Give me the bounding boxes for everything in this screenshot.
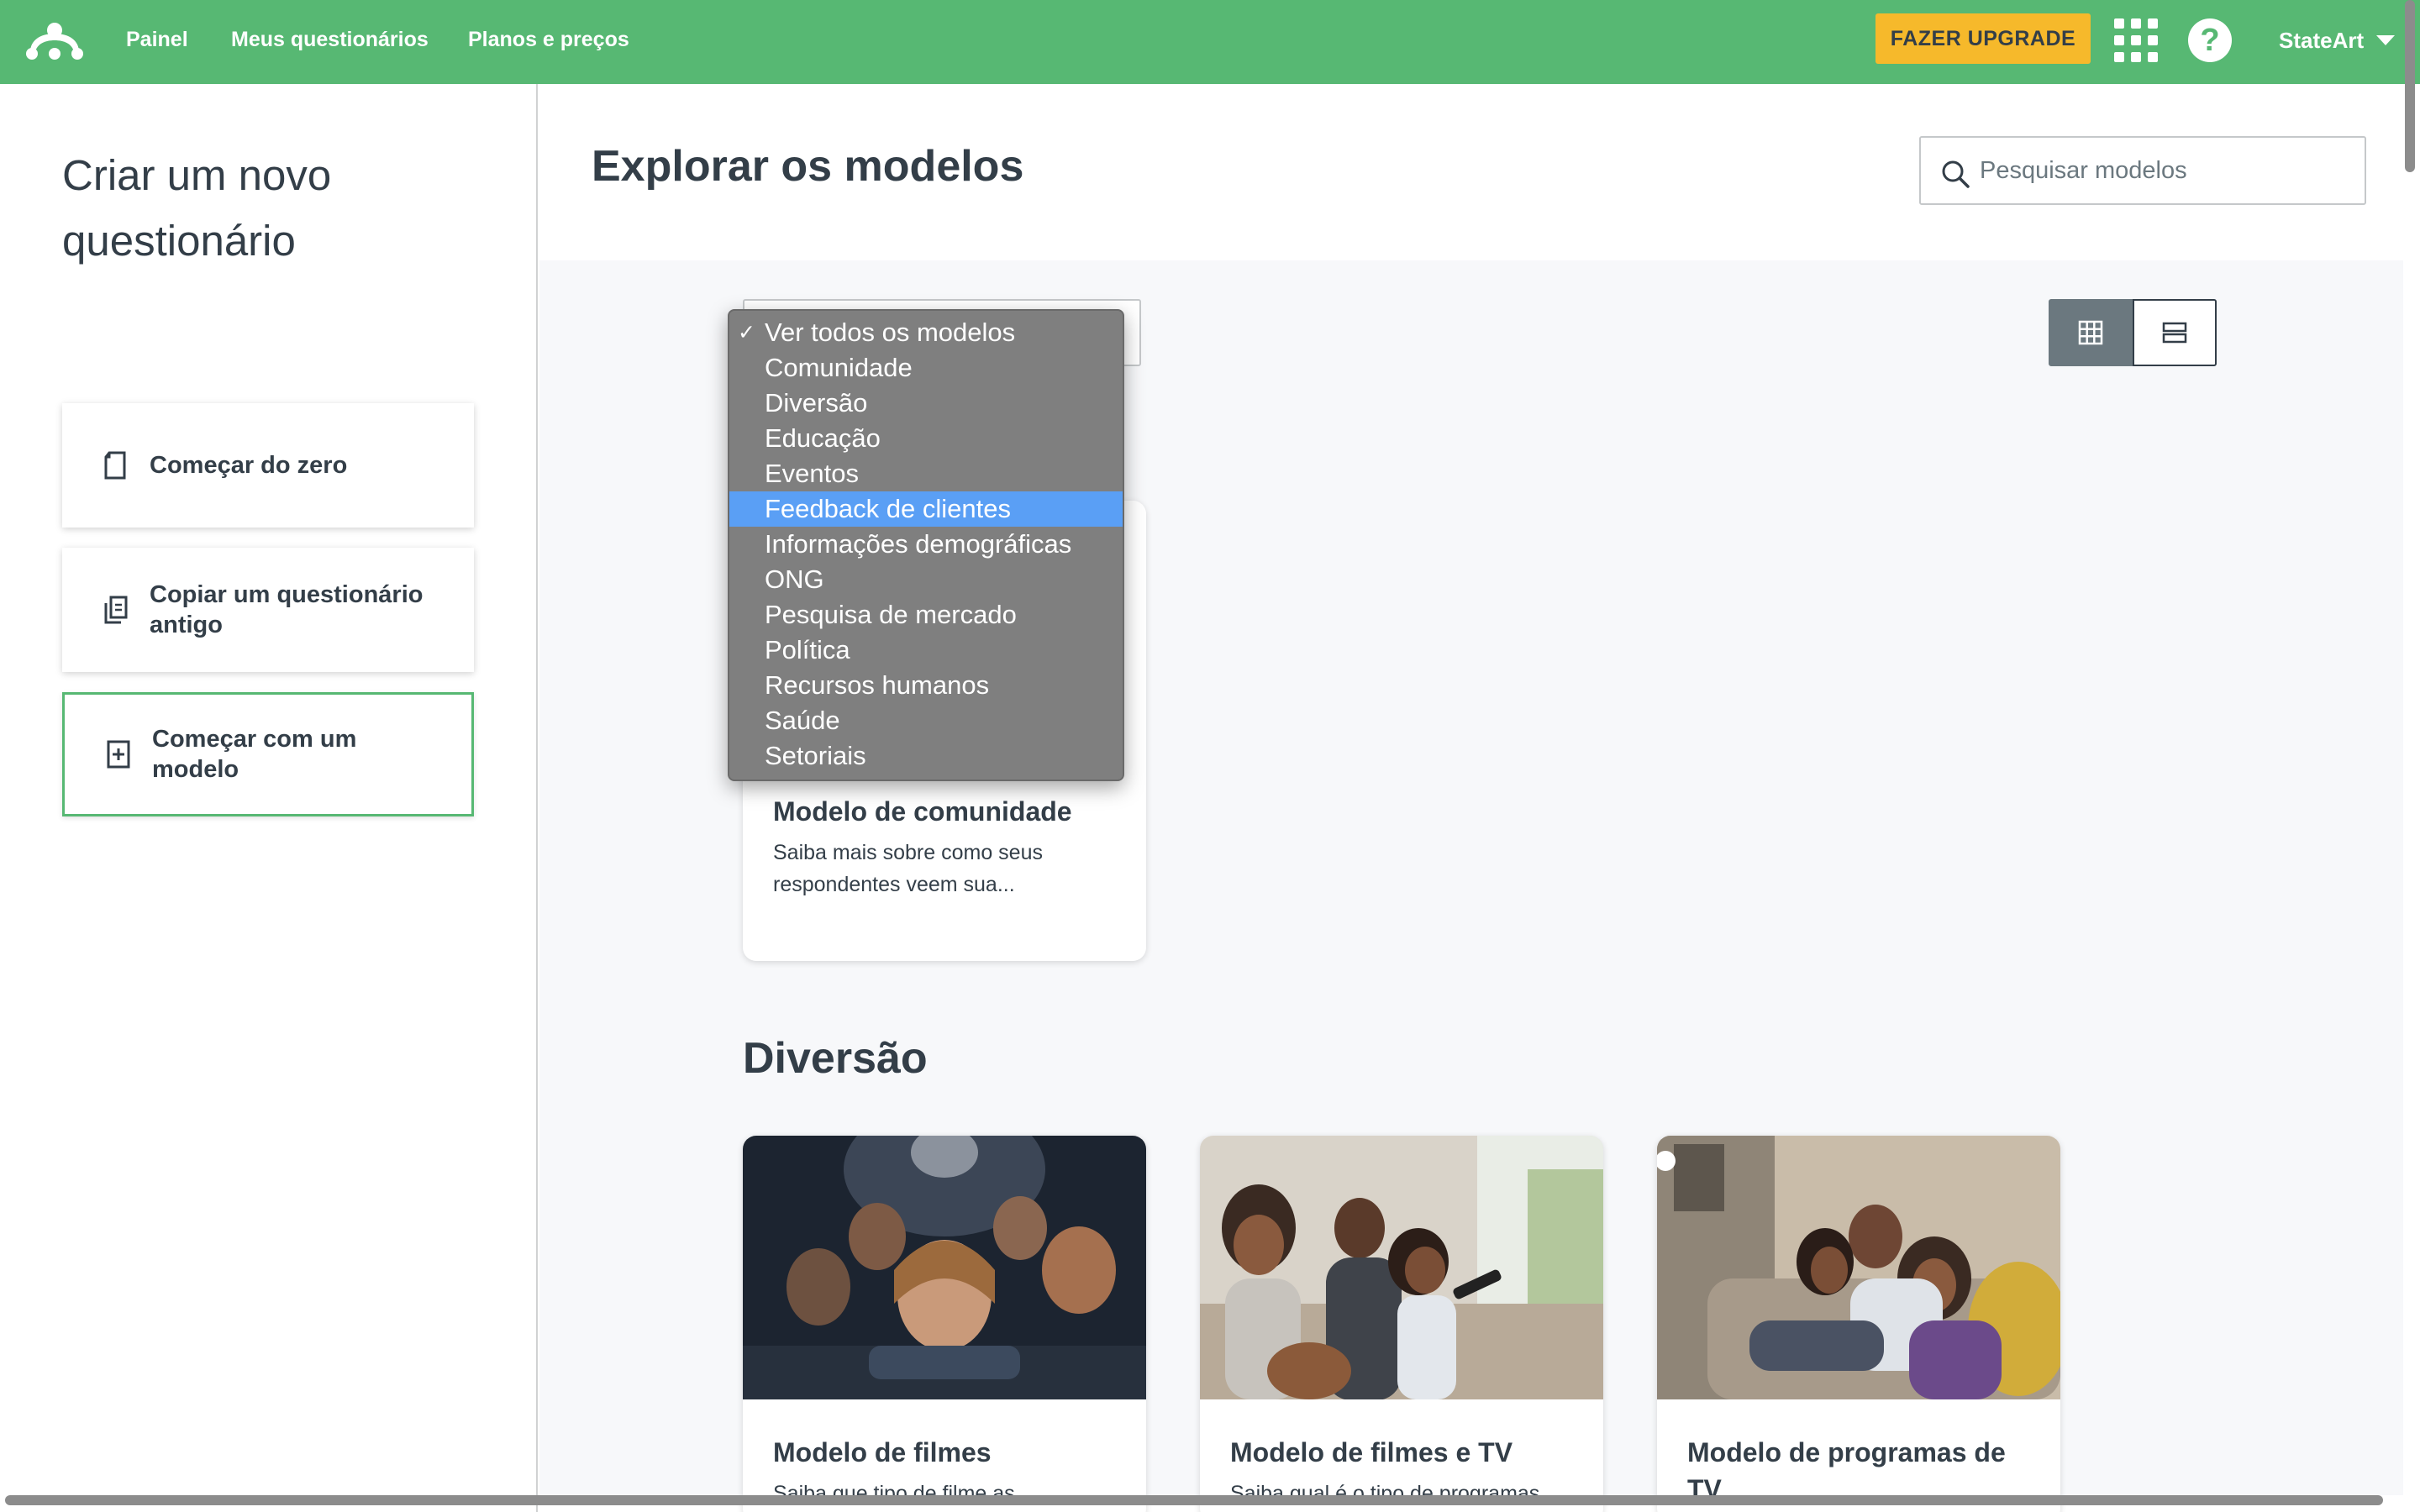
dropdown-option[interactable]: Saúde bbox=[729, 703, 1123, 738]
nav-link-meus-questionarios[interactable]: Meus questionários bbox=[231, 28, 429, 52]
template-card-tv-shows[interactable]: Modelo de programas de TV bbox=[1657, 1136, 2060, 1512]
grid-view-icon bbox=[2078, 320, 2103, 345]
section-heading-diversao: Diversão bbox=[743, 1034, 928, 1083]
upgrade-button[interactable]: FAZER UPGRADE bbox=[1876, 13, 2091, 64]
option-label: Começar do zero bbox=[150, 452, 348, 479]
start-with-template-option[interactable]: Começar com um modelo bbox=[62, 692, 474, 816]
dropdown-option[interactable]: Informações demográficas bbox=[729, 527, 1123, 562]
dropdown-option[interactable]: Diversão bbox=[729, 386, 1123, 421]
copy-old-survey-option[interactable]: Copiar um questionário antigo bbox=[62, 548, 474, 672]
dropdown-option[interactable]: ✓ Ver todos os modelos bbox=[729, 315, 1123, 350]
checkmark-icon: ✓ bbox=[738, 321, 755, 344]
page-title: Explorar os modelos bbox=[592, 142, 1024, 191]
blank-document-icon bbox=[104, 451, 126, 480]
family-watching-tv-image bbox=[1200, 1136, 1603, 1400]
dropdown-option[interactable]: Pesquisa de mercado bbox=[729, 597, 1123, 633]
horizontal-scrollbar[interactable] bbox=[5, 1495, 2383, 1505]
nav-link-planos-precos[interactable]: Planos e preços bbox=[468, 28, 629, 52]
category-dropdown-menu[interactable]: ✓ Ver todos os modelos Comunidade Diversã… bbox=[728, 309, 1124, 781]
search-input[interactable] bbox=[1980, 138, 2349, 203]
search-box[interactable] bbox=[1919, 136, 2366, 205]
template-card-title: Modelo de filmes e TV bbox=[1230, 1437, 1513, 1467]
option-label: Começar com um modelo bbox=[152, 726, 357, 783]
cinema-audience-image bbox=[743, 1136, 1146, 1399]
dropdown-option[interactable]: Recursos humanos bbox=[729, 668, 1123, 703]
template-card-films[interactable]: Modelo de filmes Saiba que tipo de filme… bbox=[743, 1136, 1146, 1512]
template-card-title: Modelo de comunidade bbox=[773, 796, 1072, 827]
copy-document-icon bbox=[104, 596, 128, 624]
dropdown-option[interactable]: Eventos bbox=[729, 456, 1123, 491]
user-menu[interactable]: StateArt bbox=[2279, 28, 2364, 54]
list-view-icon bbox=[2162, 322, 2187, 344]
search-icon bbox=[1942, 160, 1970, 188]
list-view-button[interactable] bbox=[2133, 299, 2217, 366]
surveymonkey-logo-icon[interactable] bbox=[24, 18, 86, 62]
dropdown-option[interactable]: Comunidade bbox=[729, 350, 1123, 386]
dropdown-option[interactable]: Setoriais bbox=[729, 738, 1123, 774]
top-nav-bar: Painel Meus questionários Planos e preço… bbox=[0, 0, 2420, 84]
dropdown-option[interactable]: ONG bbox=[729, 562, 1123, 597]
dropdown-option-highlighted[interactable]: Feedback de clientes bbox=[729, 491, 1123, 527]
option-label: Copiar um questionário antigo bbox=[150, 581, 424, 638]
template-card-title: Modelo de filmes bbox=[773, 1437, 992, 1467]
chevron-down-icon[interactable] bbox=[2376, 35, 2395, 45]
template-card-films-tv[interactable]: Modelo de filmes e TV Saiba qual é o tip… bbox=[1200, 1136, 1603, 1512]
dropdown-option[interactable]: Educação bbox=[729, 421, 1123, 456]
template-card-description: Saiba mais sobre como seus respondentes … bbox=[773, 841, 1043, 896]
sidebar-title: Criar um novo questionário bbox=[62, 151, 332, 265]
apps-grid-icon[interactable] bbox=[2114, 18, 2158, 62]
family-on-couch-image bbox=[1657, 1136, 2060, 1399]
template-document-icon bbox=[107, 740, 130, 769]
start-from-scratch-option[interactable]: Começar do zero bbox=[62, 403, 474, 528]
vertical-scrollbar[interactable] bbox=[2405, 0, 2415, 172]
grid-view-button[interactable] bbox=[2049, 299, 2133, 366]
dropdown-option[interactable]: Política bbox=[729, 633, 1123, 668]
help-icon[interactable]: ? bbox=[2188, 18, 2232, 62]
nav-link-painel[interactable]: Painel bbox=[126, 28, 188, 52]
